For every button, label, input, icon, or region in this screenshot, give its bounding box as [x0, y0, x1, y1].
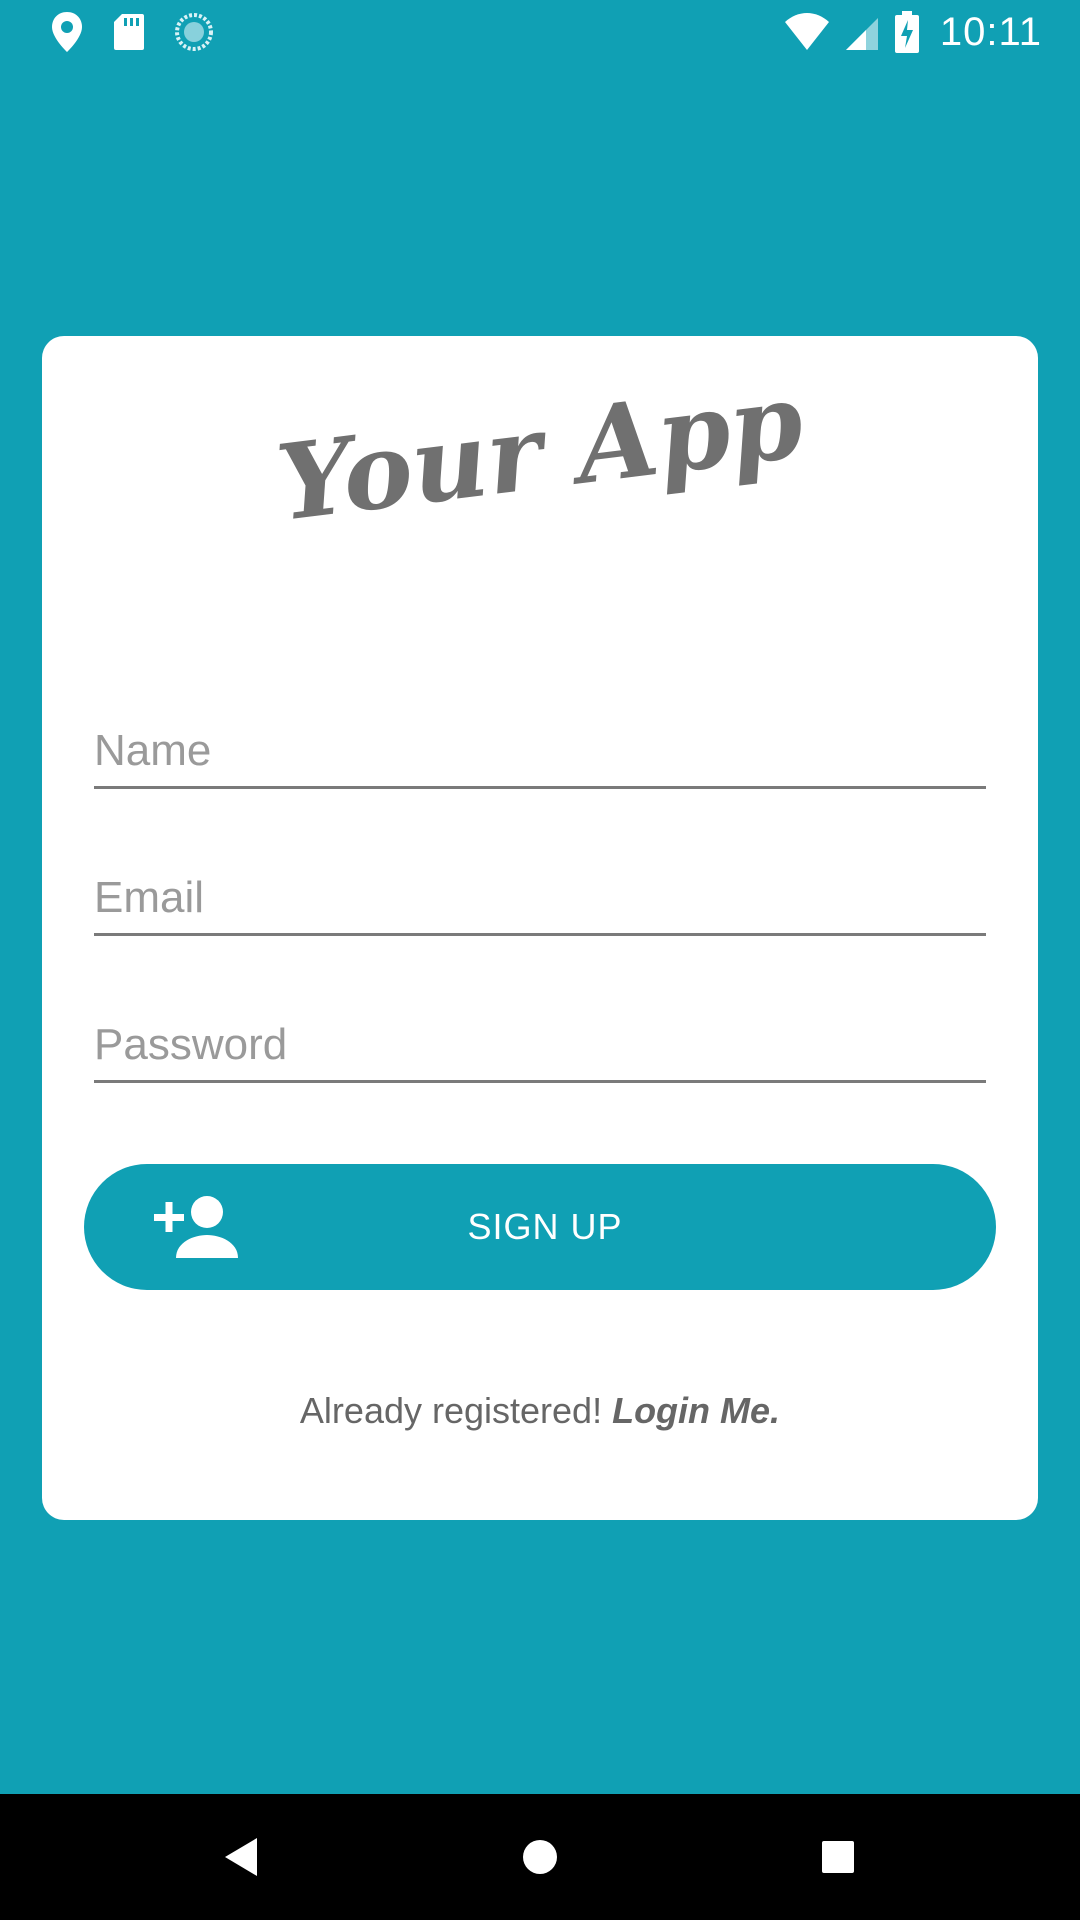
- already-registered-text: Already registered!: [299, 1390, 613, 1431]
- recents-icon[interactable]: [805, 1824, 871, 1890]
- sync-icon: [174, 12, 214, 52]
- email-input[interactable]: [94, 863, 986, 933]
- email-field[interactable]: [94, 863, 986, 936]
- wifi-icon: [784, 12, 830, 52]
- signup-button[interactable]: SIGN UP: [84, 1164, 996, 1290]
- signup-label: SIGN UP: [467, 1206, 623, 1247]
- status-time: 10:11: [939, 10, 1042, 54]
- battery-charging-icon: [894, 10, 920, 54]
- location-icon: [50, 10, 84, 54]
- status-bar: 10:11: [0, 0, 1080, 63]
- back-icon[interactable]: [209, 1824, 275, 1890]
- status-right-icons: 10:11: [784, 8, 1042, 56]
- name-field[interactable]: [94, 716, 986, 789]
- name-input[interactable]: [94, 716, 986, 786]
- signal-icon: [844, 12, 880, 52]
- navigation-bar: [0, 1794, 1080, 1920]
- login-link[interactable]: Login Me.: [612, 1390, 780, 1431]
- password-input[interactable]: [94, 1010, 986, 1080]
- home-icon[interactable]: [507, 1824, 573, 1890]
- status-left-icons: [50, 10, 214, 54]
- sd-card-icon: [112, 12, 146, 52]
- password-field[interactable]: [94, 1010, 986, 1083]
- login-prompt: Already registered! Login Me.: [0, 1390, 1080, 1432]
